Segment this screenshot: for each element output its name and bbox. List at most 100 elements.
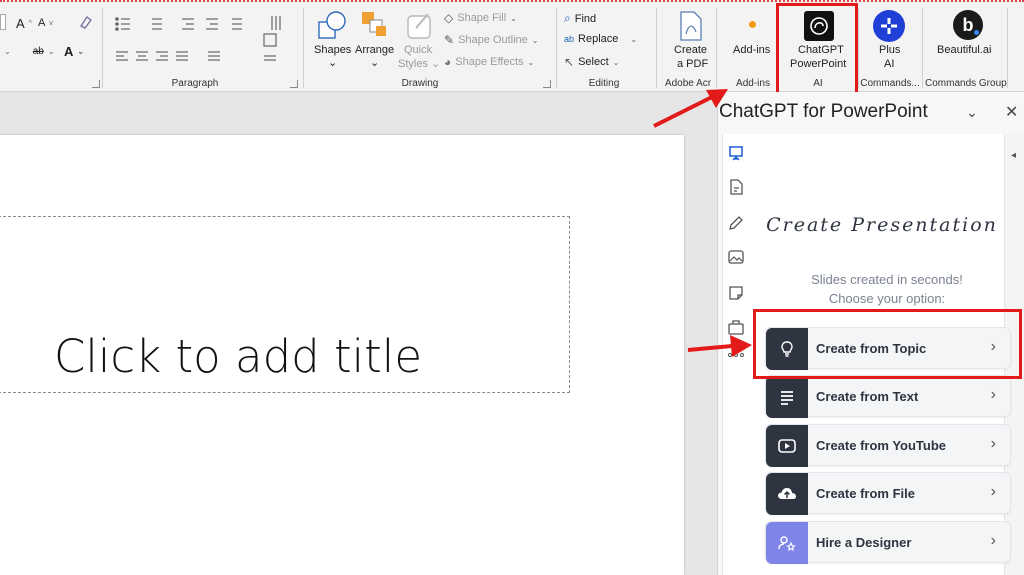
chevron-down-icon: ⌄ xyxy=(4,47,11,56)
select-button[interactable]: ↖ Select ⌄ xyxy=(564,55,619,69)
pane-options-chevron-icon[interactable]: ⌄ xyxy=(966,104,978,121)
separator xyxy=(1007,8,1008,88)
annotation-arrow-icon xyxy=(653,89,728,128)
create-pdf-button[interactable]: Create xyxy=(674,43,707,57)
document-add-icon[interactable] xyxy=(727,178,745,196)
arrange-icon[interactable] xyxy=(360,10,388,40)
create-from-file-option[interactable]: Create from File › xyxy=(765,472,1011,515)
pencil-icon[interactable] xyxy=(727,214,745,232)
chevron-down-icon: ⌄ xyxy=(328,57,338,69)
quick-styles-button[interactable]: Quick xyxy=(404,43,432,57)
plus-ai-button[interactable]: Plus xyxy=(879,43,900,57)
chevron-down-icon: ⌄ xyxy=(630,34,638,44)
chevron-down-icon: ⌄ xyxy=(77,47,85,56)
font-color-icon: A xyxy=(64,44,74,59)
chevron-down-icon: ⌄ xyxy=(370,57,380,69)
font-dialog-launcher[interactable] xyxy=(92,80,100,88)
shape-outline-button[interactable]: ✎ Shape Outline ⌄ xyxy=(444,33,538,47)
separator xyxy=(303,8,304,88)
title-placeholder-text[interactable]: Click to add title xyxy=(54,330,422,384)
close-icon[interactable]: ✕ xyxy=(1005,102,1018,122)
arrange-button[interactable]: Arrange xyxy=(355,43,394,57)
create-pdf-label: a PDF xyxy=(677,58,709,70)
chevron-down-icon: ⌄ xyxy=(612,57,620,67)
font-color-button[interactable]: A ⌄ xyxy=(64,44,84,59)
create-presentation-heading: Create Presentation xyxy=(766,214,998,236)
shape-fill-button[interactable]: ◇ Shape Fill ⌄ xyxy=(444,11,517,25)
plus-ai-label: AI xyxy=(884,58,895,70)
character-spacing-button[interactable]: ⌄ ab ⌄ xyxy=(4,46,55,57)
pdf-icon[interactable] xyxy=(678,10,704,42)
font-size-field[interactable] xyxy=(0,14,6,30)
presentation-icon[interactable] xyxy=(727,144,745,162)
drawing-dialog-launcher[interactable] xyxy=(543,80,551,88)
commands-group-2-label: Commands Group xyxy=(925,78,1007,89)
cursor-icon: ↖ xyxy=(564,55,575,69)
designer-icon xyxy=(766,522,808,564)
annotation-highlight-box xyxy=(753,309,1022,379)
drawing-group-label: Drawing xyxy=(401,78,439,89)
image-icon[interactable] xyxy=(727,248,745,266)
sticky-note-icon[interactable] xyxy=(727,284,745,302)
chevron-right-icon: › xyxy=(990,386,996,403)
paragraph-dialog-launcher[interactable] xyxy=(290,80,298,88)
replace-icon: ab xyxy=(564,34,575,44)
option-label: Create from YouTube xyxy=(816,438,947,453)
cloud-upload-icon xyxy=(766,473,808,515)
addins-group-label: Add-ins xyxy=(736,78,770,89)
decrease-font-button[interactable]: Av xyxy=(38,17,53,29)
plus-ai-logo-icon[interactable] xyxy=(873,10,905,42)
chevron-right-icon: › xyxy=(990,435,996,452)
option-label: Create from Text xyxy=(816,389,919,404)
text-lines-icon xyxy=(766,376,808,418)
shape-effects-button[interactable]: ◕ Shape Effects ⌄ xyxy=(444,55,534,69)
separator xyxy=(102,8,103,88)
annotation-arrow-icon xyxy=(687,335,752,357)
subtitle-line-2: Choose your option: xyxy=(828,291,946,306)
quick-styles-label: Styles ⌄ xyxy=(398,58,441,70)
separator xyxy=(556,8,557,88)
beautiful-ai-dot xyxy=(974,30,979,35)
beautiful-ai-button[interactable]: Beautiful.ai xyxy=(937,43,991,57)
separator xyxy=(716,8,717,88)
shapes-icon[interactable] xyxy=(316,10,348,42)
collapse-arrow-icon[interactable]: ◂ xyxy=(1011,150,1016,161)
annotation-highlight-box xyxy=(776,3,858,99)
youtube-icon xyxy=(766,425,808,467)
increase-font-icon: A xyxy=(16,16,25,31)
chevron-down-icon: ⌄ xyxy=(47,47,55,56)
ribbon: A ^ Av ⌄ ab ⌄ A ⌄ Paragraph Shapes ⌄ Arr… xyxy=(0,0,1024,99)
plus-icon xyxy=(881,18,897,34)
separator xyxy=(922,8,923,88)
create-from-text-option[interactable]: Create from Text › xyxy=(765,375,1011,418)
chevron-right-icon: › xyxy=(990,532,996,549)
chevron-down-icon: ⌄ xyxy=(510,13,517,23)
addins-button[interactable]: Add-ins xyxy=(733,43,770,57)
editing-group-label: Editing xyxy=(588,78,620,89)
shapes-button[interactable]: Shapes xyxy=(314,43,351,57)
increase-font-button[interactable]: A ^ xyxy=(16,16,32,31)
paragraph-controls xyxy=(115,16,281,61)
quick-styles-icon xyxy=(407,13,431,39)
option-label: Create from File xyxy=(816,486,915,501)
beautiful-ai-logo-icon[interactable]: b xyxy=(953,10,983,40)
create-from-youtube-option[interactable]: Create from YouTube › xyxy=(765,424,1011,467)
pen-icon: ✎ xyxy=(444,33,455,47)
separator xyxy=(656,8,657,88)
chevron-down-icon: ⌄ xyxy=(527,57,535,67)
decrease-font-icon: A xyxy=(38,17,46,29)
find-button[interactable]: ⌕ Find xyxy=(564,11,596,26)
replace-button[interactable]: ab Replace ⌄ xyxy=(564,33,637,45)
clear-format-icon[interactable] xyxy=(78,14,94,30)
effects-icon: ◕ xyxy=(444,55,452,69)
task-pane-title: ChatGPT for PowerPoint xyxy=(719,101,928,122)
char-spacing-icon: ab xyxy=(32,46,44,57)
commands-group-label: Commands... xyxy=(860,78,920,89)
paint-bucket-icon: ◇ xyxy=(444,11,454,25)
ribbon-top-border xyxy=(0,0,1024,4)
option-label: Hire a Designer xyxy=(816,535,912,550)
addins-icon xyxy=(749,21,756,28)
paragraph-group-label: Paragraph xyxy=(171,78,219,89)
hire-designer-option[interactable]: Hire a Designer › xyxy=(765,521,1011,564)
font-size-box[interactable] xyxy=(0,14,6,30)
